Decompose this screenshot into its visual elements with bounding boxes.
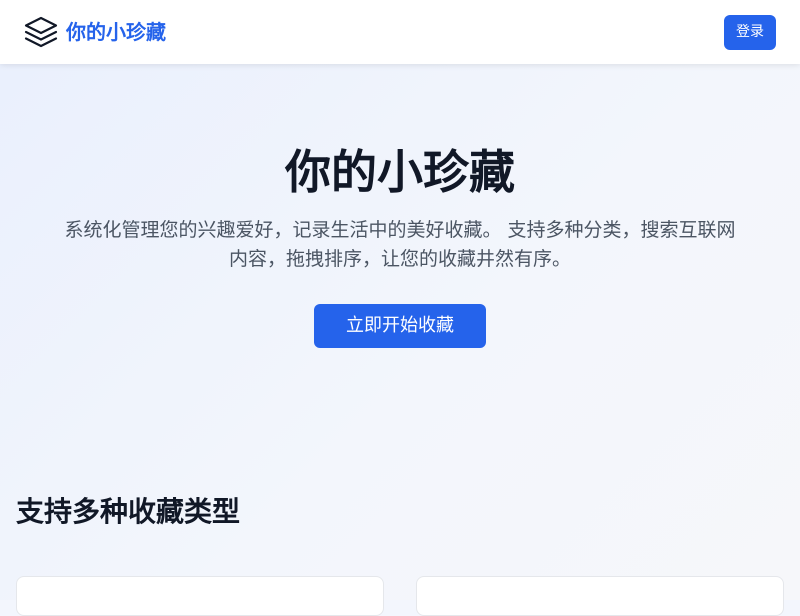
hero-title: 你的小珍藏 [285,145,515,199]
hero-description: 系统化管理您的兴趣爱好，记录生活中的美好收藏。 支持多种分类，搜索互联网内容，拖… [64,219,736,270]
start-collecting-button[interactable]: 立即开始收藏 [314,304,486,348]
login-button[interactable]: 登录 [724,15,776,50]
collection-types-title: 支持多种收藏类型 [16,495,241,528]
top-navbar: 你的小珍藏 登录 [0,0,800,64]
collection-type-card[interactable] [416,576,784,616]
collection-type-card[interactable] [16,576,384,616]
brand-name[interactable]: 你的小珍藏 [66,18,166,46]
stacked-layers-icon[interactable] [24,16,58,48]
